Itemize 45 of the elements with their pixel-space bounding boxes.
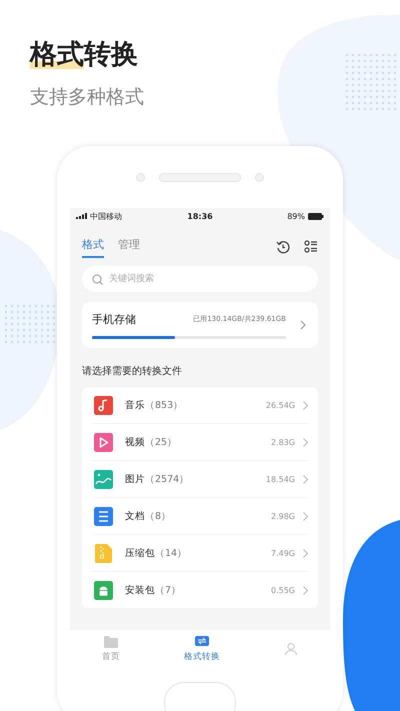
history-icon[interactable] <box>276 240 290 254</box>
category-name: 视频（25） <box>125 436 178 448</box>
category-size: 26.54G <box>266 400 295 410</box>
category-row[interactable]: 压缩包（14） 7.49G <box>92 535 308 572</box>
sensor-dot <box>255 172 264 182</box>
category-row[interactable]: 图片（2574） 18.54G <box>92 461 308 498</box>
dot-pattern <box>4 304 56 344</box>
category-row[interactable]: 视频（25） 2.83G <box>92 424 308 461</box>
chevron-icon <box>303 400 308 410</box>
category-name: 音乐（853） <box>125 398 184 412</box>
subheadline: 支持多种格式 <box>30 85 145 110</box>
tab[interactable]: 格式 <box>82 236 104 258</box>
folder-icon <box>104 636 118 648</box>
category-size: 0.55G <box>270 586 295 594</box>
category-size: 2.98G <box>270 512 295 520</box>
category-size: 18.54G <box>266 474 295 484</box>
category-row[interactable]: 音乐（853） 26.54G <box>92 387 308 424</box>
search-icon <box>92 274 103 284</box>
convert-icon <box>195 636 209 648</box>
battery-icon <box>308 212 324 220</box>
chevron-icon <box>303 586 308 594</box>
category-name: 图片（2574） <box>125 472 190 486</box>
category-row[interactable]: 安装包（7） 0.55G <box>92 572 308 608</box>
carrier-name: 中国移动 <box>90 210 122 222</box>
chevron-icon <box>303 438 308 446</box>
signal-icon <box>76 213 87 219</box>
battery-percent: 89% <box>287 212 305 220</box>
category-size: 2.83G <box>270 438 295 446</box>
chevron-icon <box>303 512 308 520</box>
category-name: 安装包（7） <box>125 584 182 596</box>
category-size: 7.49G <box>270 548 295 558</box>
status-time: 18:36 <box>187 212 213 220</box>
chevron-icon <box>300 320 306 330</box>
list-settings-icon[interactable] <box>304 240 318 254</box>
category-row[interactable]: 文档（8） 2.98G <box>92 498 308 535</box>
camera-dot <box>136 172 145 182</box>
chevron-icon <box>303 474 308 484</box>
nav-tab[interactable]: 格式转换 <box>184 636 220 662</box>
search-field[interactable]: 关键词搜索 <box>82 266 318 292</box>
chevron-icon <box>303 548 308 558</box>
category-name: 文档（8） <box>125 510 172 522</box>
section-title: 请选择需要的转换文件 <box>82 364 183 378</box>
category-name: 压缩包（14） <box>125 546 188 560</box>
storage-title: 手机存储 <box>92 312 136 326</box>
person-icon <box>284 643 298 655</box>
